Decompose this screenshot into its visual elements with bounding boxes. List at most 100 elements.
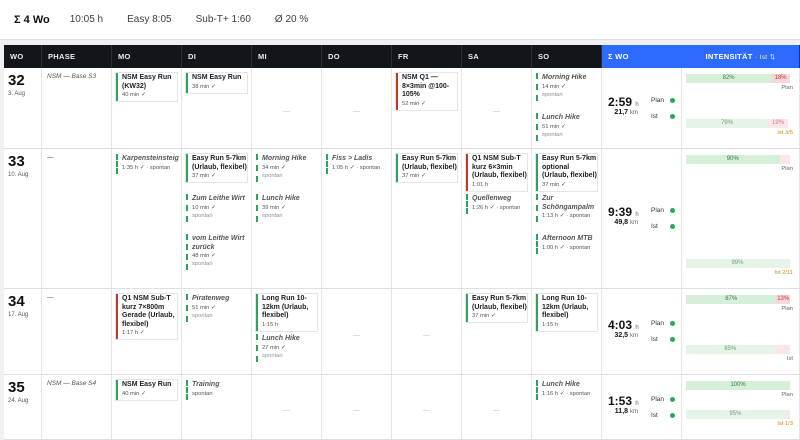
week-row: 35 24. Aug NSM — Base S4 NSM Easy Run 40 min… — [4, 375, 800, 440]
week-time: 4:03 — [608, 318, 633, 332]
week-km: 32,5 — [614, 332, 629, 339]
workout-tag: spontan — [542, 91, 563, 98]
cell-int: 82% 18% Plan 79% 19% Ist 3/5 — [682, 68, 800, 148]
cell-int: 87% 13% Plan 85% Ist — [682, 289, 800, 374]
summary-bar: Σ 4 Wo 10:05 h Easy 8:05 Sub-T+ 1:60 Ø 2… — [0, 0, 800, 40]
cell-di: Piratenweg 51 min ✓ spontan — [182, 289, 252, 374]
swap-icon[interactable]: ⇅ — [770, 54, 776, 61]
workout-meta: 39 min ✓ — [262, 204, 286, 211]
cell-sum: 1:53 h 11,8 km Plan Ist — [602, 375, 682, 439]
workout-card[interactable]: Q1 NSM Sub-T kurz 7×800m Gerade (Urlaub,… — [116, 294, 177, 339]
cell-mo: NSM Easy Run 40 min ✓ — [112, 375, 182, 439]
plan-label: Plan — [651, 96, 665, 104]
cell-fr: — — [392, 289, 462, 374]
empty-day-marker: — — [353, 407, 360, 414]
intensity-label: INTENSITÄT — [705, 52, 753, 61]
workout-title: Easy Run 5-7km (Urlaub, flexibel) — [192, 155, 247, 171]
week-number: 34 — [8, 293, 25, 310]
ist-status-dot — [670, 337, 675, 342]
cell-mi: — — [252, 375, 322, 439]
workout-meta: 38 min ✓ — [192, 83, 216, 90]
week-totals: 9:39 h 49,8 km — [608, 205, 639, 226]
workout-card[interactable]: Fiss > Ladis 1:05 h ✓ · spontan — [326, 154, 387, 174]
col-header-intensity[interactable]: INTENSITÄT · Ist ⇅ — [682, 45, 800, 68]
workout-card[interactable]: Training spontan — [186, 380, 247, 400]
plan-bar: 100% — [686, 381, 790, 390]
workout-card[interactable]: NSM Easy Run 38 min ✓ — [186, 73, 247, 93]
workout-title: Training — [192, 381, 220, 388]
workout-card[interactable]: Karpensteinsteig 1:35 h ✓ · spontan — [116, 154, 179, 174]
cell-mo: Karpensteinsteig 1:35 h ✓ · spontan — [112, 149, 182, 288]
workout-title: Easy Run 5-7km (Urlaub, flexibel) — [402, 155, 457, 171]
ist-bar-label: Ist 2/11 — [774, 270, 793, 276]
workout-meta: 14 min ✓ — [542, 83, 566, 90]
empty-day-marker: — — [353, 331, 360, 339]
cell-sum: 9:39 h 49,8 km Plan Ist — [602, 149, 682, 288]
workout-card[interactable]: Long Run 10-12km (Urlaub, flexibel) 1:15 … — [536, 294, 597, 331]
week-time: 9:39 — [608, 205, 633, 219]
cell-int: 90% Plan 99% Ist 2/11 — [682, 149, 800, 288]
workout-card[interactable]: Lunch Hike 27 min ✓ spontan — [256, 334, 317, 362]
workout-card[interactable]: Q1 NSM Sub-T kurz 6×3min (Urlaub, flexib… — [466, 154, 527, 191]
cell-wo: 34 17. Aug — [4, 289, 42, 374]
workout-meta: 1:16 h ✓ · spontan — [542, 390, 591, 397]
phase-label: NSM — Base S4 — [47, 380, 97, 387]
ist-bar-label: Ist 1/3 — [777, 421, 793, 427]
workout-card[interactable]: Lunch Hike 1:16 h ✓ · spontan — [536, 380, 597, 400]
workout-card[interactable]: Quellenweg 1:26 h ✓ · spontan — [466, 194, 527, 214]
col-header-do: DO — [322, 45, 392, 68]
week-number: 33 — [8, 153, 25, 170]
workout-card[interactable]: NSM Easy Run 40 min ✓ — [116, 380, 177, 400]
workout-card[interactable]: NSM Easy Run (KW32) 40 min ✓ — [116, 73, 177, 101]
time-unit: h — [635, 212, 639, 218]
summary-sub: Sub-T+ 1:60 — [195, 14, 251, 25]
workout-card[interactable]: Zur Schöngampalm 1:13 h ✓ · spontan — [536, 194, 597, 222]
workout-card[interactable]: Morning Hike 34 min ✓ spontan — [256, 154, 317, 182]
cell-do: Fiss > Ladis 1:05 h ✓ · spontan — [322, 149, 392, 288]
cell-mi: — — [252, 68, 322, 148]
workout-meta: 48 min ✓ — [192, 253, 216, 259]
workout-tag: spontan — [262, 212, 283, 219]
workout-card[interactable]: Easy Run 5-7km (Urlaub, flexibel) 37 min … — [466, 294, 527, 322]
workout-meta: 1:26 h ✓ · spontan — [472, 204, 521, 211]
cell-wo: 35 24. Aug — [4, 375, 42, 439]
col-header-wo: WO — [4, 45, 42, 68]
cell-wo: 33 10. Aug — [4, 149, 42, 288]
cell-fr: Easy Run 5-7km (Urlaub, flexibel) 37 min … — [392, 149, 462, 288]
empty-day-marker: — — [283, 108, 290, 115]
workout-title: Karpensteinsteig — [122, 155, 179, 162]
workout-title: Lunch Hike — [262, 335, 300, 342]
workout-card[interactable]: Easy Run 5-7km (Urlaub, flexibel) 37 min … — [186, 154, 247, 182]
plan-bar: 82% 18% — [686, 74, 790, 83]
workout-card[interactable]: Long Run 10-12km (Urlaub, flexibel) 1:15 … — [256, 294, 317, 331]
ist-label: Ist — [651, 336, 658, 343]
intensity-ist-toggle[interactable]: · Ist — [755, 54, 767, 61]
plan-bar: 87% 13% — [686, 295, 790, 304]
week-time: 1:53 — [608, 393, 633, 408]
plan-bar-hard: 18% — [771, 74, 790, 83]
workout-card[interactable]: Lunch Hike 39 min ✓ spontan — [256, 194, 317, 222]
workout-card[interactable]: vom Leithe Wirt zurück 48 min ✓ spontan — [186, 234, 247, 270]
workout-tag: spontan — [262, 352, 283, 359]
col-header-sum-wo: Σ WO — [602, 45, 682, 68]
ist-bar-hard: 19% — [768, 119, 788, 128]
workout-card[interactable]: Morning Hike 14 min ✓ spontan — [536, 73, 597, 101]
workout-card[interactable]: Easy Run 5-7km (Urlaub, flexibel) 37 min … — [396, 154, 457, 182]
ist-bar-easy: 99% — [686, 259, 789, 268]
workout-card[interactable]: NSM Q1 — 8×3min @100-105% 52 min ✓ — [396, 73, 457, 110]
workout-card[interactable]: Lunch Hike 51 min ✓ spontan — [536, 113, 597, 141]
week-km: 21,7 — [614, 108, 629, 116]
workout-card[interactable]: Easy Run 5-7km optional (Urlaub, flexibe… — [536, 154, 597, 191]
cell-phase: — — [42, 149, 112, 288]
workout-meta: 1:00 h ✓ · spontan — [542, 244, 591, 251]
workout-card[interactable]: Piratenweg 51 min ✓ spontan — [186, 294, 247, 322]
cell-sum: 2:59 h 21,7 km Plan Ist — [602, 68, 682, 148]
plan-bar-label: Plan — [781, 85, 793, 91]
col-header-phase: PHASE — [42, 45, 112, 68]
workout-meta: 1:15 h — [542, 321, 559, 328]
workout-card[interactable]: Afternoon MTB 1:00 h ✓ · spontan — [536, 234, 597, 254]
workout-card[interactable]: Zum Leithe Wirt 10 min ✓ spontan — [186, 194, 247, 222]
workout-meta: 27 min ✓ — [262, 344, 286, 351]
cell-so: Lunch Hike 1:16 h ✓ · spontan — [532, 375, 602, 439]
workout-meta: 51 min ✓ — [542, 123, 566, 130]
